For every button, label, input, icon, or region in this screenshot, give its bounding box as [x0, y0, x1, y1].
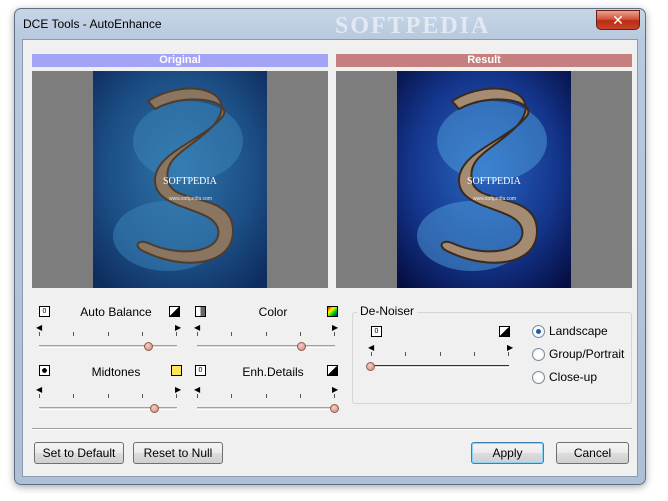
- contrast-triangle-icon: [169, 306, 180, 317]
- denoiser-title: De-Noiser: [357, 304, 418, 318]
- slider-min-arrow-icon: ◀: [36, 323, 43, 332]
- radio-close-up-button[interactable]: [532, 371, 545, 384]
- auto-balance-label: Auto Balance: [80, 305, 152, 319]
- color-gradient-icon: [327, 306, 338, 317]
- close-button[interactable]: ✕: [596, 10, 640, 30]
- slider-max-arrow-icon: ▶: [175, 385, 182, 394]
- denoiser-ticks: [371, 352, 509, 356]
- result-image: SOFTPEDIA www.softpedia.com: [397, 71, 571, 288]
- reset-null-button[interactable]: Reset to Null: [133, 442, 223, 464]
- color-thumb[interactable]: [296, 342, 306, 351]
- color-track: [197, 345, 335, 348]
- slider-min-arrow-icon: ◀: [194, 385, 201, 394]
- window-title: DCE Tools - AutoEnhance: [23, 17, 162, 31]
- auto-balance-thumb[interactable]: [144, 342, 154, 351]
- apply-button[interactable]: Apply: [471, 442, 544, 464]
- svg-text:SOFTPEDIA: SOFTPEDIA: [467, 176, 522, 187]
- slider-max-arrow-icon: ▶: [175, 323, 182, 332]
- color-label: Color: [258, 305, 288, 319]
- contrast-triangle-icon: [499, 326, 510, 337]
- zero-box-icon: 0: [39, 306, 50, 317]
- slider-min-arrow-icon: ◀: [368, 343, 375, 352]
- original-image: SOFTPEDIA www.softpedia.com: [93, 71, 267, 288]
- original-header: Original: [32, 54, 328, 67]
- slider-max-arrow-icon: ▶: [332, 323, 339, 332]
- slider-max-arrow-icon: ▶: [507, 343, 514, 352]
- color-ticks: [197, 332, 335, 336]
- radio-group-portrait-label: Group/Portrait: [549, 347, 625, 361]
- radio-close-up-label: Close-up: [549, 370, 598, 384]
- result-preview: SOFTPEDIA www.softpedia.com: [336, 71, 632, 288]
- cancel-button[interactable]: Cancel: [556, 442, 629, 464]
- footer-divider: [32, 428, 632, 430]
- slider-max-arrow-icon: ▶: [332, 385, 339, 394]
- result-header: Result: [336, 54, 632, 67]
- denoiser-thumb[interactable]: [366, 362, 375, 371]
- slider-min-arrow-icon: ◀: [36, 385, 43, 394]
- auto-balance-ticks: [39, 332, 177, 336]
- midtones-ticks: [39, 394, 177, 398]
- zero-box-icon: 0: [371, 326, 382, 337]
- enh-details-track: [197, 407, 335, 410]
- denoiser-track: [371, 365, 509, 368]
- title-watermark: SOFTPEDIA: [335, 13, 491, 39]
- title-bar[interactable]: DCE Tools - AutoEnhance SOFTPEDIA ✕: [15, 9, 645, 39]
- midtones-label: Midtones: [91, 365, 141, 379]
- enh-details-thumb[interactable]: [330, 404, 339, 413]
- app-window: DCE Tools - AutoEnhance SOFTPEDIA ✕ Orig…: [14, 8, 646, 485]
- zero-box-icon: 0: [195, 365, 206, 376]
- sun-icon: [171, 365, 182, 376]
- svg-text:www.softpedia.com: www.softpedia.com: [169, 196, 212, 202]
- auto-balance-track: [39, 345, 177, 348]
- radio-landscape-button[interactable]: [532, 325, 545, 338]
- radio-group-portrait-button[interactable]: [532, 348, 545, 361]
- enh-details-ticks: [197, 394, 335, 398]
- radio-landscape-label: Landscape: [549, 324, 608, 338]
- svg-text:www.softpedia.com: www.softpedia.com: [473, 196, 516, 202]
- set-default-button[interactable]: Set to Default: [34, 442, 124, 464]
- midtones-thumb[interactable]: [149, 404, 159, 413]
- svg-text:SOFTPEDIA: SOFTPEDIA: [163, 176, 218, 187]
- contrast-triangle-icon: [327, 365, 338, 376]
- half-box-icon: [195, 306, 206, 317]
- dialog-client-area: Original Result SOFTPEDIA www.softpedia.…: [22, 39, 638, 477]
- filled-circle-icon: [39, 365, 50, 376]
- enh-details-label: Enh.Details: [242, 365, 304, 379]
- original-preview: SOFTPEDIA www.softpedia.com: [32, 71, 328, 288]
- slider-min-arrow-icon: ◀: [194, 323, 201, 332]
